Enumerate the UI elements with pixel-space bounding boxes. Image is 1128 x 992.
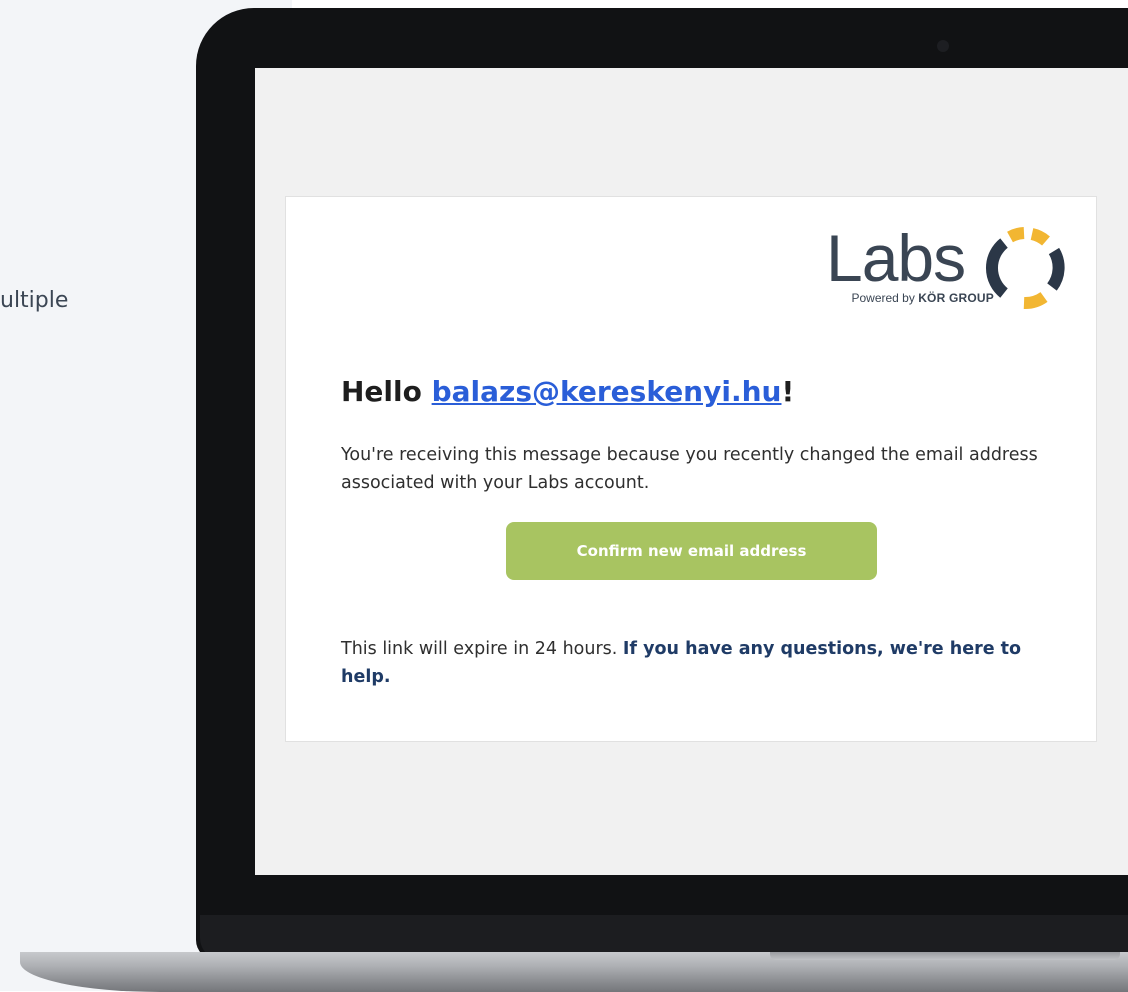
camera-icon bbox=[937, 40, 949, 52]
ring-segment-left bbox=[986, 238, 1009, 298]
expire-text: This link will expire in 24 hours. bbox=[341, 639, 623, 659]
greeting-email-link[interactable]: balazs@kereskenyi.hu bbox=[432, 375, 782, 408]
logo-tagline: Powered by KÖR GROUP bbox=[786, 291, 994, 305]
email-card: Labs Powered by KÖR GROUP Hello balazs@k… bbox=[285, 196, 1097, 742]
greeting-suffix: ! bbox=[781, 375, 795, 408]
labs-logo: Labs Powered by KÖR GROUP bbox=[786, 219, 1068, 319]
ring-segment-right bbox=[1047, 247, 1065, 291]
greeting-heading: Hello balazs@kereskenyi.hu! bbox=[341, 375, 794, 408]
logo-tagline-brand: KÖR GROUP bbox=[918, 291, 994, 305]
logo-ring-icon bbox=[986, 227, 1065, 309]
body-text: You're receiving this message because yo… bbox=[341, 445, 1038, 493]
background-text-fragment: ultiple bbox=[0, 288, 69, 313]
greeting-prefix: Hello bbox=[341, 375, 432, 408]
logo-tagline-prefix: Powered by bbox=[851, 291, 919, 305]
laptop-base-notch bbox=[770, 952, 1120, 960]
confirm-email-button[interactable]: Confirm new email address bbox=[506, 522, 877, 580]
ring-segment-top-left bbox=[1007, 227, 1025, 243]
email-screen: Labs Powered by KÖR GROUP Hello balazs@k… bbox=[255, 68, 1128, 875]
logo-wordmark: Labs bbox=[826, 221, 966, 295]
ring-segment-bottom bbox=[1023, 291, 1048, 309]
expire-note: This link will expire in 24 hours. If yo… bbox=[341, 635, 1041, 691]
ring-segment-top-right bbox=[1030, 228, 1050, 246]
